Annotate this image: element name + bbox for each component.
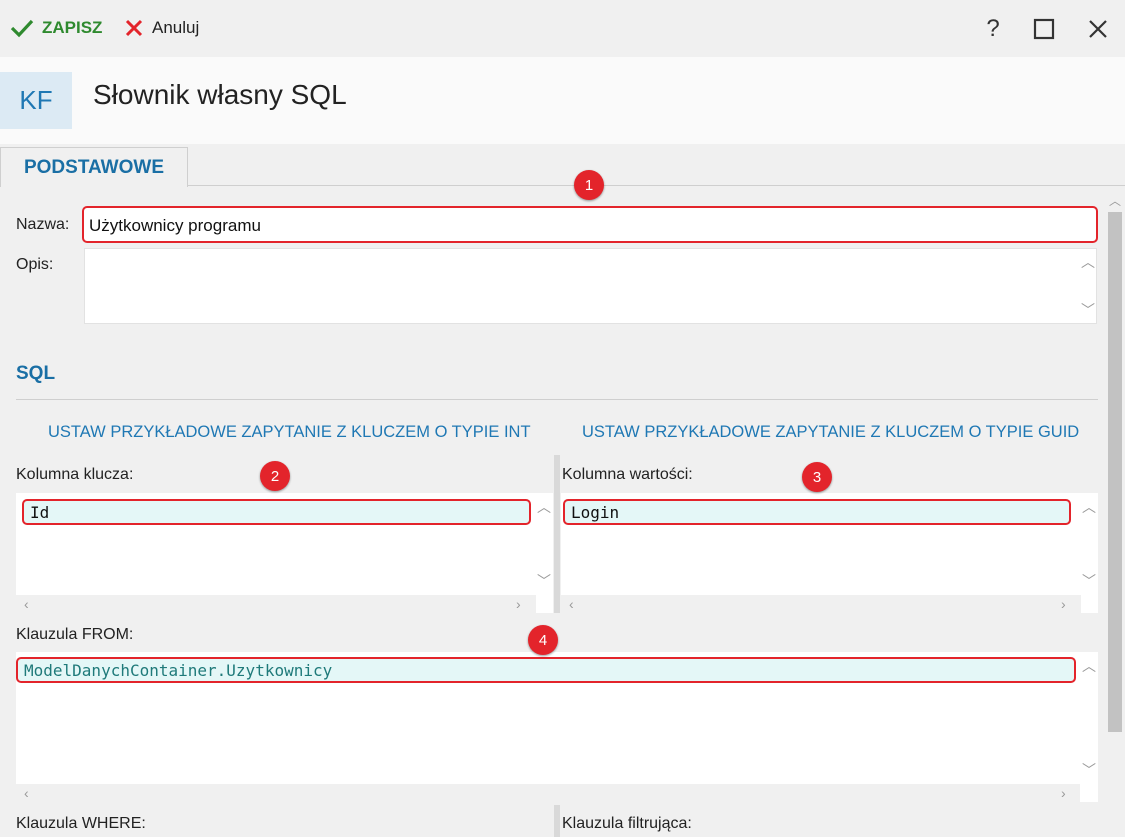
chevron-up-icon[interactable]: ︿ xyxy=(537,497,551,517)
scrollbar-thumb[interactable] xyxy=(1108,212,1122,732)
from-clause-label: Klauzula FROM: xyxy=(16,626,134,643)
scroll-up-icon[interactable]: ︿ xyxy=(1109,192,1121,209)
horizontal-scrollbar[interactable]: ‹ › xyxy=(561,595,1081,613)
close-x-icon xyxy=(125,19,143,37)
chevron-up-icon[interactable]: ︿ xyxy=(1082,497,1096,517)
checkmark-icon xyxy=(10,19,34,38)
chevron-right-icon[interactable]: › xyxy=(1061,596,1066,612)
annotation-badge: 1 xyxy=(574,170,604,200)
chevron-down-icon[interactable]: ﹀ xyxy=(1082,760,1096,780)
question-icon: ? xyxy=(986,15,1000,42)
maximize-button[interactable] xyxy=(1029,14,1059,44)
cancel-button[interactable]: Anuluj xyxy=(124,14,199,42)
horizontal-scrollbar[interactable]: ‹ › xyxy=(16,784,1080,802)
annotation-badge: 2 xyxy=(260,461,290,491)
annotation-badge: 4 xyxy=(528,625,558,655)
close-window-button[interactable] xyxy=(1083,14,1113,44)
opis-textarea[interactable] xyxy=(84,248,1097,324)
value-column-value[interactable]: Login xyxy=(563,499,1071,525)
chevron-down-icon[interactable]: ﹀ xyxy=(537,571,551,591)
filter-clause-label: Klauzula filtrująca: xyxy=(562,815,692,832)
chevron-left-icon[interactable]: ‹ xyxy=(24,596,29,612)
chevron-left-icon[interactable]: ‹ xyxy=(569,596,574,612)
horizontal-scrollbar[interactable]: ‹ › xyxy=(16,595,536,613)
key-column-editor[interactable]: Id ︿ ﹀ ‹ › xyxy=(16,493,553,613)
page-title: Słownik własny SQL xyxy=(93,79,347,110)
help-button[interactable]: ? xyxy=(978,14,1008,44)
chevron-left-icon[interactable]: ‹ xyxy=(24,785,29,801)
set-int-query-link[interactable]: USTAW PRZYKŁADOWE ZAPYTANIE Z KLUCZEM O … xyxy=(48,423,531,442)
opis-label: Opis: xyxy=(16,256,54,273)
chevron-right-icon[interactable]: › xyxy=(516,596,521,612)
column-splitter[interactable] xyxy=(554,805,560,837)
tab-bar: PODSTAWOWE xyxy=(0,144,1125,187)
from-clause-value[interactable]: ModelDanychContainer.Uzytkownicy xyxy=(16,657,1076,683)
sql-divider xyxy=(16,399,1098,400)
toolbar: ZAPISZ Anuluj ? xyxy=(0,0,1125,57)
tab-podstawowe[interactable]: PODSTAWOWE xyxy=(0,147,188,187)
key-column-value[interactable]: Id xyxy=(22,499,531,525)
where-clause-label: Klauzula WHERE: xyxy=(16,815,146,832)
chevron-down-icon[interactable]: ﹀ xyxy=(1082,571,1096,591)
module-badge: KF xyxy=(0,72,72,129)
save-label: ZAPISZ xyxy=(42,18,103,37)
save-button[interactable]: ZAPISZ xyxy=(10,14,102,42)
annotation-badge: 3 xyxy=(802,462,832,492)
chevron-down-icon[interactable]: ﹀ xyxy=(1081,300,1095,320)
chevron-right-icon[interactable]: › xyxy=(1061,785,1066,801)
chevron-up-icon[interactable]: ︿ xyxy=(1081,252,1095,272)
value-column-editor[interactable]: Login ︿ ﹀ ‹ › xyxy=(561,493,1098,613)
nazwa-label: Nazwa: xyxy=(16,216,70,233)
sql-section-title: SQL xyxy=(16,363,56,384)
nazwa-input[interactable]: Użytkownicy programu xyxy=(82,206,1098,243)
from-clause-editor[interactable]: ModelDanychContainer.Uzytkownicy ︿ ﹀ ‹ › xyxy=(16,652,1098,802)
chevron-up-icon[interactable]: ︿ xyxy=(1082,656,1096,676)
value-column-label: Kolumna wartości: xyxy=(562,466,693,483)
maximize-icon xyxy=(1033,18,1055,40)
vertical-scrollbar[interactable]: ︿ xyxy=(1105,188,1125,837)
cancel-label: Anuluj xyxy=(152,18,200,37)
set-guid-query-link[interactable]: USTAW PRZYKŁADOWE ZAPYTANIE Z KLUCZEM O … xyxy=(582,423,1079,442)
key-column-label: Kolumna klucza: xyxy=(16,466,134,483)
column-splitter[interactable] xyxy=(554,455,560,613)
header: KF Słownik własny SQL xyxy=(0,57,1125,144)
close-icon xyxy=(1089,20,1107,38)
